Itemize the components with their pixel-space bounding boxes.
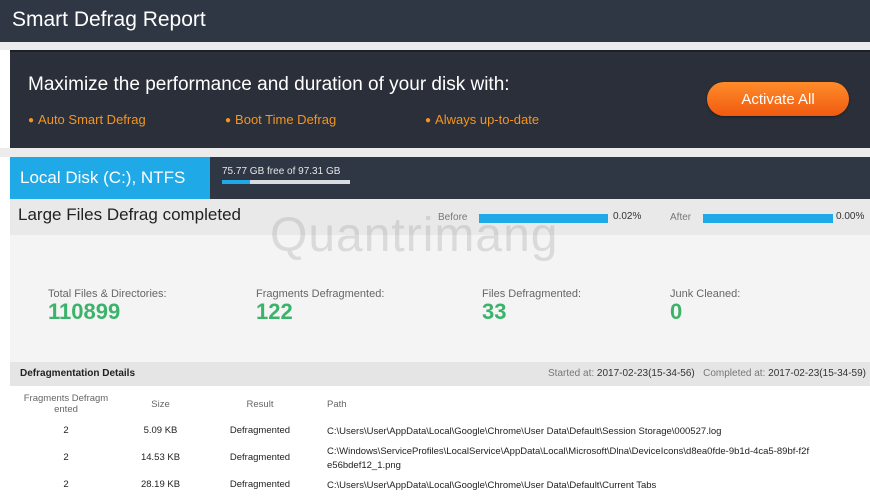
- stat-value: 33: [482, 299, 507, 324]
- promo-headline: Maximize the performance and duration of…: [28, 74, 510, 95]
- cell-path: C:\Users\User\AppData\Local\Google\Chrom…: [327, 480, 657, 491]
- stat-total-files: Total Files & Directories: 110899: [14, 288, 248, 324]
- title-bar: Smart Defrag Report: [0, 0, 870, 42]
- disk-usage-meter: [222, 180, 350, 184]
- table-row[interactable]: 2 28.19 KB Defragmented C:\Users\User\Ap…: [10, 476, 870, 496]
- after-label: After: [670, 212, 692, 223]
- details-title: Defragmentation Details: [20, 368, 136, 379]
- before-percent: 0.02%: [613, 211, 642, 222]
- feature-auto-smart-defrag: Auto Smart Defrag: [28, 112, 146, 127]
- table-row[interactable]: 2 5.09 KB Defragmented C:\Users\User\App…: [10, 422, 870, 442]
- separator: [0, 148, 870, 157]
- cell-size: 14.53 KB: [140, 452, 181, 463]
- stat-value: 122: [256, 299, 293, 324]
- column-header-path[interactable]: Path: [321, 386, 870, 422]
- cell-size: 5.09 KB: [143, 425, 178, 436]
- disk-free-text: 75.77 GB free of 97.31 GB: [222, 166, 341, 177]
- details-table: Fragments Defragm ented Size Result Path…: [10, 386, 870, 496]
- cell-path: C:\Users\User\AppData\Local\Google\Chrom…: [327, 426, 722, 437]
- started-label: Started at:: [548, 368, 595, 379]
- stat-label: Files Defragmented:: [482, 288, 582, 300]
- stats-panel: Quantrimang Total Files & Directories: 1…: [10, 209, 870, 362]
- cell-size: 28.19 KB: [140, 479, 181, 490]
- cell-path: C:\Windows\ServiceProfiles\LocalService\…: [327, 446, 810, 471]
- stat-junk-cleaned: Junk Cleaned: 0: [670, 288, 850, 324]
- column-header-fragments[interactable]: Fragments Defragm ented: [10, 386, 122, 422]
- cell-fragments: 2: [63, 452, 69, 463]
- stat-value: 110899: [48, 299, 121, 324]
- table-header-row: Fragments Defragm ented Size Result Path: [10, 386, 870, 422]
- cell-result: Defragmented: [229, 479, 291, 490]
- column-header-size[interactable]: Size: [122, 386, 199, 422]
- window-title: Smart Defrag Report: [12, 8, 206, 31]
- cell-result: Defragmented: [229, 425, 291, 436]
- stat-fragments-defragmented: Fragments Defragmented: 122: [256, 288, 456, 324]
- stat-label: Junk Cleaned:: [670, 288, 741, 300]
- disk-bar: Local Disk (C:), NTFS 75.77 GB free of 9…: [10, 157, 870, 199]
- details-timestamps: Started at: 2017-02-23(15-34-56) Complet…: [548, 368, 866, 379]
- cell-fragments: 2: [63, 479, 69, 490]
- activate-all-button[interactable]: Activate All: [707, 82, 849, 116]
- completed-label: Completed at:: [703, 368, 766, 379]
- started-value: 2017-02-23(15-34-56): [596, 368, 695, 379]
- details-header: Defragmentation Details Started at: 2017…: [10, 362, 870, 386]
- watermark: Quantrimang: [270, 209, 559, 262]
- after-percent: 0.00%: [836, 211, 865, 222]
- column-header-result[interactable]: Result: [199, 386, 321, 422]
- status-text: Large Files Defrag completed: [18, 205, 242, 224]
- after-meter: [703, 214, 833, 223]
- feature-always-up-to-date: Always up-to-date: [425, 112, 539, 127]
- feature-boot-time-defrag: Boot Time Defrag: [225, 112, 336, 127]
- completed-value: 2017-02-23(15-34-59): [768, 368, 866, 379]
- disk-usage-fill: [222, 180, 251, 184]
- promo-panel: Maximize the performance and duration of…: [10, 50, 870, 150]
- cell-result: Defragmented: [229, 452, 291, 463]
- disk-tab[interactable]: Local Disk (C:), NTFS: [10, 157, 210, 199]
- stat-files-defragmented: Files Defragmented: 33: [482, 288, 682, 324]
- stat-value: 0: [670, 299, 683, 324]
- table-row[interactable]: 2 14.53 KB Defragmented C:\Windows\Servi…: [10, 442, 870, 476]
- cell-fragments: 2: [63, 425, 69, 436]
- separator: [0, 42, 870, 50]
- after-meter-fill: [703, 214, 831, 223]
